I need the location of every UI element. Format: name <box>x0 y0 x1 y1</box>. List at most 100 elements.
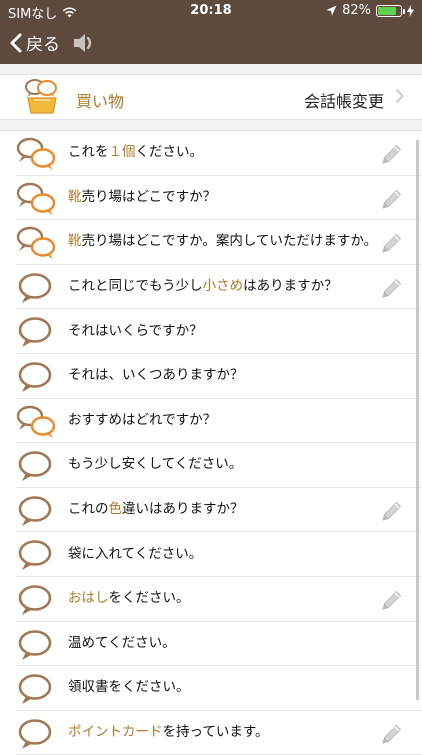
phrase-list: これを１個ください。 靴売り場はどこですか？ 靴売り場はどこですか。案内していた… <box>0 130 422 755</box>
phrase-highlight[interactable]: 小さめ <box>203 278 244 294</box>
back-button[interactable]: 戻る <box>10 30 60 55</box>
phrase-text-wrap: おすすめはどれですか？ <box>68 411 216 430</box>
phrase-text: ポイントカードを持っています。 <box>68 711 378 755</box>
phrase-row[interactable]: これの色違いはありますか？ <box>16 488 422 533</box>
phrase-text: これの色違いはありますか？ <box>68 488 378 532</box>
back-label: 戻る <box>26 35 60 55</box>
phrase-row[interactable]: 領収書をください。 <box>16 666 422 711</box>
speech-bubble-icon <box>18 362 52 392</box>
phrase-text-wrap: おはしをください。 <box>68 589 190 608</box>
double-speech-bubble-icon <box>16 226 56 260</box>
double-speech-bubble-icon <box>16 137 56 170</box>
phrase-text: それはいくらですか？ <box>68 309 378 353</box>
phrase-row[interactable]: これを１個ください。 <box>16 131 422 176</box>
phrase-row[interactable]: 温めてください。 <box>16 622 422 667</box>
battery-percent: 82% <box>342 3 371 18</box>
speech-bubble-icon <box>18 718 52 749</box>
pencil-edit-icon[interactable] <box>380 722 404 746</box>
phrase-text: 温めてください。 <box>68 622 378 666</box>
phrase-part: それはいくらですか？ <box>68 322 203 339</box>
phrase-text: それは、いくつありますか？ <box>68 354 378 398</box>
phrase-text-wrap: ポイントカードを持っています。 <box>68 723 268 742</box>
phrase-row[interactable]: ポイントカードを持っています。 <box>16 711 422 755</box>
phrase-text-wrap: もう少し安くしてください。 <box>68 455 242 474</box>
speaker-icon[interactable] <box>72 32 96 54</box>
location-arrow-icon <box>326 5 337 16</box>
shopping-basket-icon <box>25 79 57 114</box>
phrase-part: 温めてください。 <box>68 634 176 651</box>
phrase-text: 靴売り場はどこですか？ <box>68 176 378 220</box>
status-right: 82% <box>326 3 414 18</box>
phrase-row[interactable]: おすすめはどれですか？ <box>16 399 422 444</box>
phrase-text-wrap: 温めてください。 <box>68 634 176 653</box>
phrase-part: それは、いくつありますか？ <box>68 367 244 384</box>
phrase-text: もう少し安くしてください。 <box>68 443 378 487</box>
phrase-text-wrap: 袋に入れてください。 <box>68 545 202 564</box>
speech-bubble-icon <box>18 317 52 348</box>
phrase-part: 売り場はどこですか？ <box>81 188 217 205</box>
phrase-text-wrap: 領収書をください。 <box>68 678 190 697</box>
category-title: 買い物 <box>76 92 125 111</box>
speech-bubble-icon <box>18 674 52 705</box>
phrase-part: おすすめはどれですか？ <box>68 411 217 428</box>
pencil-edit-icon[interactable] <box>380 231 404 255</box>
phrase-text-wrap: 靴売り場はどこですか？ <box>68 188 216 207</box>
phrase-highlight[interactable]: 靴 <box>68 233 82 249</box>
phrase-highlight[interactable]: 色 <box>109 501 123 517</box>
phrase-row[interactable]: それはいくらですか？ <box>16 309 422 354</box>
phrase-text-wrap: これを１個ください。 <box>68 143 203 162</box>
phrase-row[interactable]: 靴売り場はどこですか。案内していただけますか。 <box>16 220 422 265</box>
phrase-text: 袋に入れてください。 <box>68 532 378 576</box>
battery-icon <box>376 4 405 17</box>
phrase-row[interactable]: 袋に入れてください。 <box>16 532 422 577</box>
phrase-part: これを <box>68 144 109 161</box>
phrase-part: 領収書をください。 <box>68 679 190 696</box>
phrase-text-wrap: 靴売り場はどこですか。案内していただけますか。 <box>68 232 377 251</box>
phrase-part: これと同じでもう少し <box>68 278 203 295</box>
phrase-part: を持っています。 <box>162 724 269 741</box>
chevron-left-icon <box>10 33 22 52</box>
phrase-text: これを１個ください。 <box>68 131 378 175</box>
phrase-row[interactable]: それは、いくつありますか？ <box>16 354 422 399</box>
double-speech-bubble-icon <box>16 405 56 438</box>
pencil-edit-icon[interactable] <box>380 499 404 523</box>
phrase-highlight[interactable]: ポイントカード <box>68 724 163 740</box>
phrase-part: もう少し安くしてください。 <box>68 456 243 473</box>
charging-bolt-icon <box>407 4 414 17</box>
battery-fill <box>378 6 397 15</box>
phrase-text-wrap: これと同じでもう少し小さめはありますか？ <box>68 277 338 296</box>
phrase-row[interactable]: 靴売り場はどこですか？ <box>16 176 422 221</box>
phrase-part: をください。 <box>108 590 190 607</box>
scrollbar[interactable] <box>416 140 419 700</box>
phrase-row[interactable]: これと同じでもう少し小さめはありますか？ <box>16 265 422 310</box>
pencil-edit-icon[interactable] <box>380 276 404 300</box>
phrase-part: 袋に入れてください。 <box>68 545 203 562</box>
speech-bubble-icon <box>18 585 52 615</box>
phrase-highlight[interactable]: １個 <box>109 144 136 160</box>
navigation-bar: 戻る <box>0 22 422 64</box>
speech-bubble-icon <box>18 451 52 482</box>
pencil-edit-icon[interactable] <box>380 142 404 166</box>
phrase-row[interactable]: もう少し安くしてください。 <box>16 443 422 488</box>
change-phrasebook-button[interactable]: 会話帳変更 <box>304 88 384 112</box>
category-header[interactable]: 買い物 会話帳変更 <box>0 74 422 120</box>
phrase-text: 靴売り場はどこですか。案内していただけますか。 <box>68 220 378 264</box>
phrase-text-wrap: それは、いくつありますか？ <box>68 366 244 385</box>
speech-bubble-icon <box>18 272 52 303</box>
speech-bubble-icon <box>18 495 52 526</box>
phrase-part: ください。 <box>135 144 204 161</box>
pencil-edit-icon[interactable] <box>380 588 404 612</box>
phrase-highlight[interactable]: 靴 <box>68 189 82 205</box>
pencil-edit-icon[interactable] <box>380 187 404 211</box>
phrase-part: 売り場はどこですか。案内していただけますか。 <box>81 233 378 250</box>
phrase-row[interactable]: おはしをください。 <box>16 577 422 622</box>
chevron-right-icon <box>395 88 404 104</box>
phrase-text: 領収書をください。 <box>68 666 378 710</box>
phrase-text-wrap: これの色違いはありますか？ <box>68 500 244 519</box>
phrase-text: おはしをください。 <box>68 577 378 621</box>
phrase-highlight[interactable]: おはし <box>68 590 109 606</box>
status-bar: SIMなし 20:18 82% <box>0 0 422 22</box>
double-speech-bubble-icon <box>16 182 56 215</box>
speech-bubble-icon <box>18 629 52 660</box>
phrase-part: これの <box>68 501 109 518</box>
